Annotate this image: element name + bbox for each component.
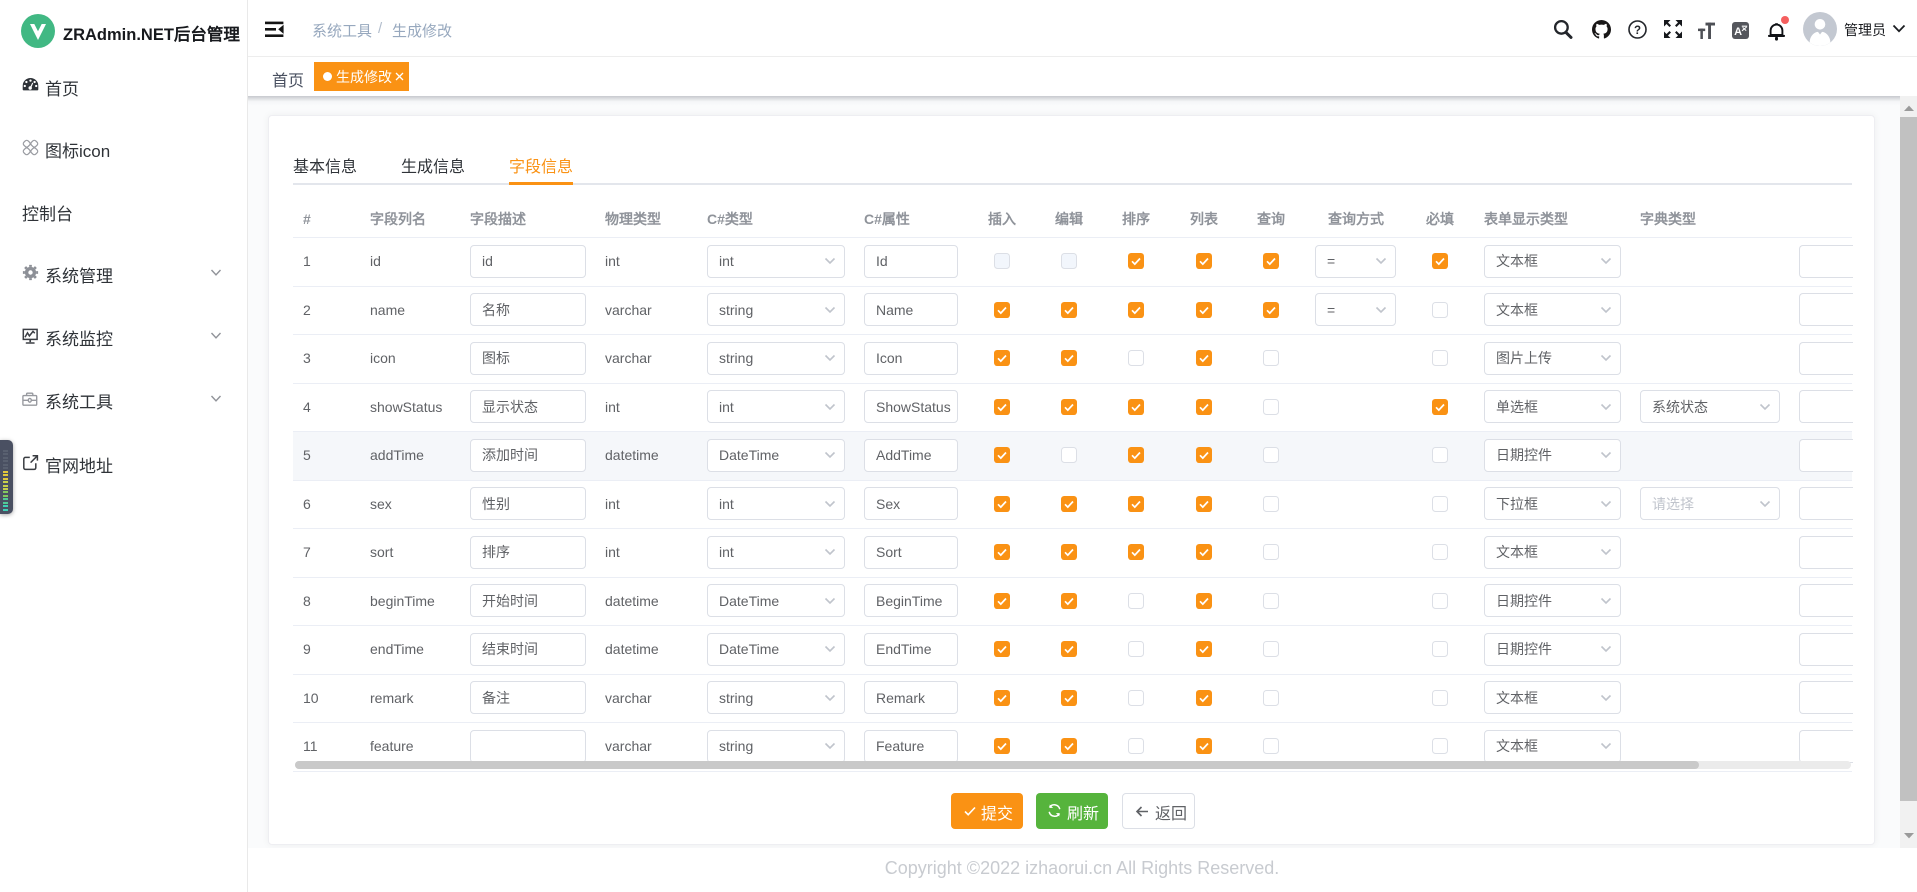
svg-text:?: ? xyxy=(1634,25,1641,37)
svg-text:A: A xyxy=(1734,26,1742,38)
